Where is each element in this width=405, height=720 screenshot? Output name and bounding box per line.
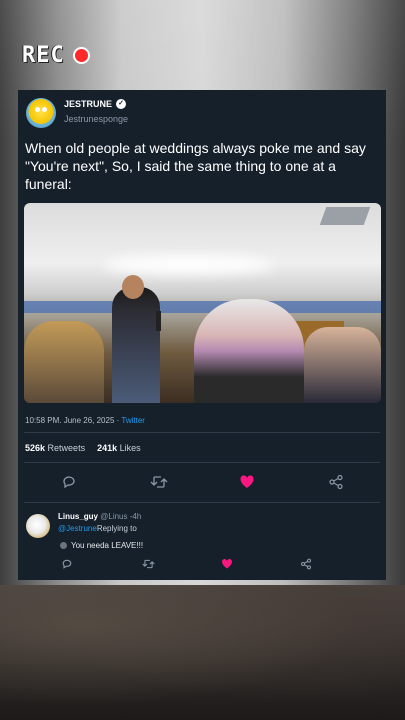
reply-username[interactable]: Linus_guy <box>58 512 98 521</box>
retweets-label: Retweets <box>47 443 86 453</box>
user-handle[interactable]: Jestrunesponge <box>64 114 128 124</box>
reply-icon[interactable] <box>61 558 73 575</box>
share-icon[interactable] <box>300 558 312 575</box>
reply-actions <box>18 558 386 574</box>
retweet-icon[interactable] <box>142 558 155 575</box>
engagement-counts: 526k Retweets 241k Likes <box>25 443 141 453</box>
verified-badge-icon: ✓ <box>116 99 127 109</box>
retweet-icon[interactable] <box>150 474 168 495</box>
reply-header: Linus_guy @Linus -4h <box>58 512 141 521</box>
photo-crowd-right <box>304 327 381 403</box>
likes-count: 241k <box>97 443 118 453</box>
photo-elderly-woman <box>194 299 304 403</box>
share-icon[interactable] <box>328 474 344 495</box>
retweets-count: 526k <box>25 443 46 453</box>
record-dot-icon <box>72 46 90 64</box>
display-name[interactable]: JESTRUNE <box>64 99 112 109</box>
reply-handle[interactable]: @Linus <box>100 512 127 521</box>
reply-icon[interactable] <box>61 474 77 495</box>
tweet-text: When old people at weddings always poke … <box>25 140 366 192</box>
avatar[interactable] <box>26 98 56 128</box>
divider <box>24 502 380 503</box>
reply-text: You needa LEAVE!!! <box>71 541 144 550</box>
photo-speaker <box>112 275 160 403</box>
display-name-row: JESTRUNE ✓ <box>64 99 127 109</box>
heart-icon[interactable] <box>221 558 233 575</box>
photo-crowd-left <box>24 321 104 403</box>
recording-indicator: REC <box>22 42 90 68</box>
tweet-actions <box>18 474 386 494</box>
tweet-photo[interactable] <box>24 203 381 403</box>
reply-time: -4h <box>129 512 142 521</box>
blurred-background-bottom <box>0 585 405 720</box>
likes-label: Likes <box>119 443 141 453</box>
retweets-stat[interactable]: 526k Retweets <box>25 443 85 453</box>
photo-ceiling-light <box>104 255 274 275</box>
rec-label: REC <box>22 42 65 68</box>
photo-microphone <box>156 311 161 331</box>
tweet-card: JESTRUNE ✓ Jestrunesponge When old peopl… <box>18 90 386 580</box>
likes-stat[interactable]: 241k Likes <box>97 443 141 453</box>
tweet-source[interactable]: Twitter <box>121 416 145 425</box>
photo-wall-band <box>24 301 381 313</box>
reply-context-icon <box>60 542 67 549</box>
reply-body: You needa LEAVE!!! <box>60 541 143 550</box>
photo-ceiling-vent <box>319 207 371 225</box>
reply-mention[interactable]: @Jestrune <box>58 524 97 533</box>
divider <box>24 462 380 463</box>
tweet-timestamp: 10:58 PM. June 26, 2025 <box>25 416 115 425</box>
reply-avatar[interactable] <box>26 514 50 538</box>
replying-label: Replying to <box>96 524 137 533</box>
heart-icon[interactable] <box>239 474 255 495</box>
tweet-meta: 10:58 PM. June 26, 2025 · Twitter <box>25 416 145 425</box>
divider <box>24 432 380 433</box>
replying-to-line: @JestruneReplying to <box>58 524 137 533</box>
